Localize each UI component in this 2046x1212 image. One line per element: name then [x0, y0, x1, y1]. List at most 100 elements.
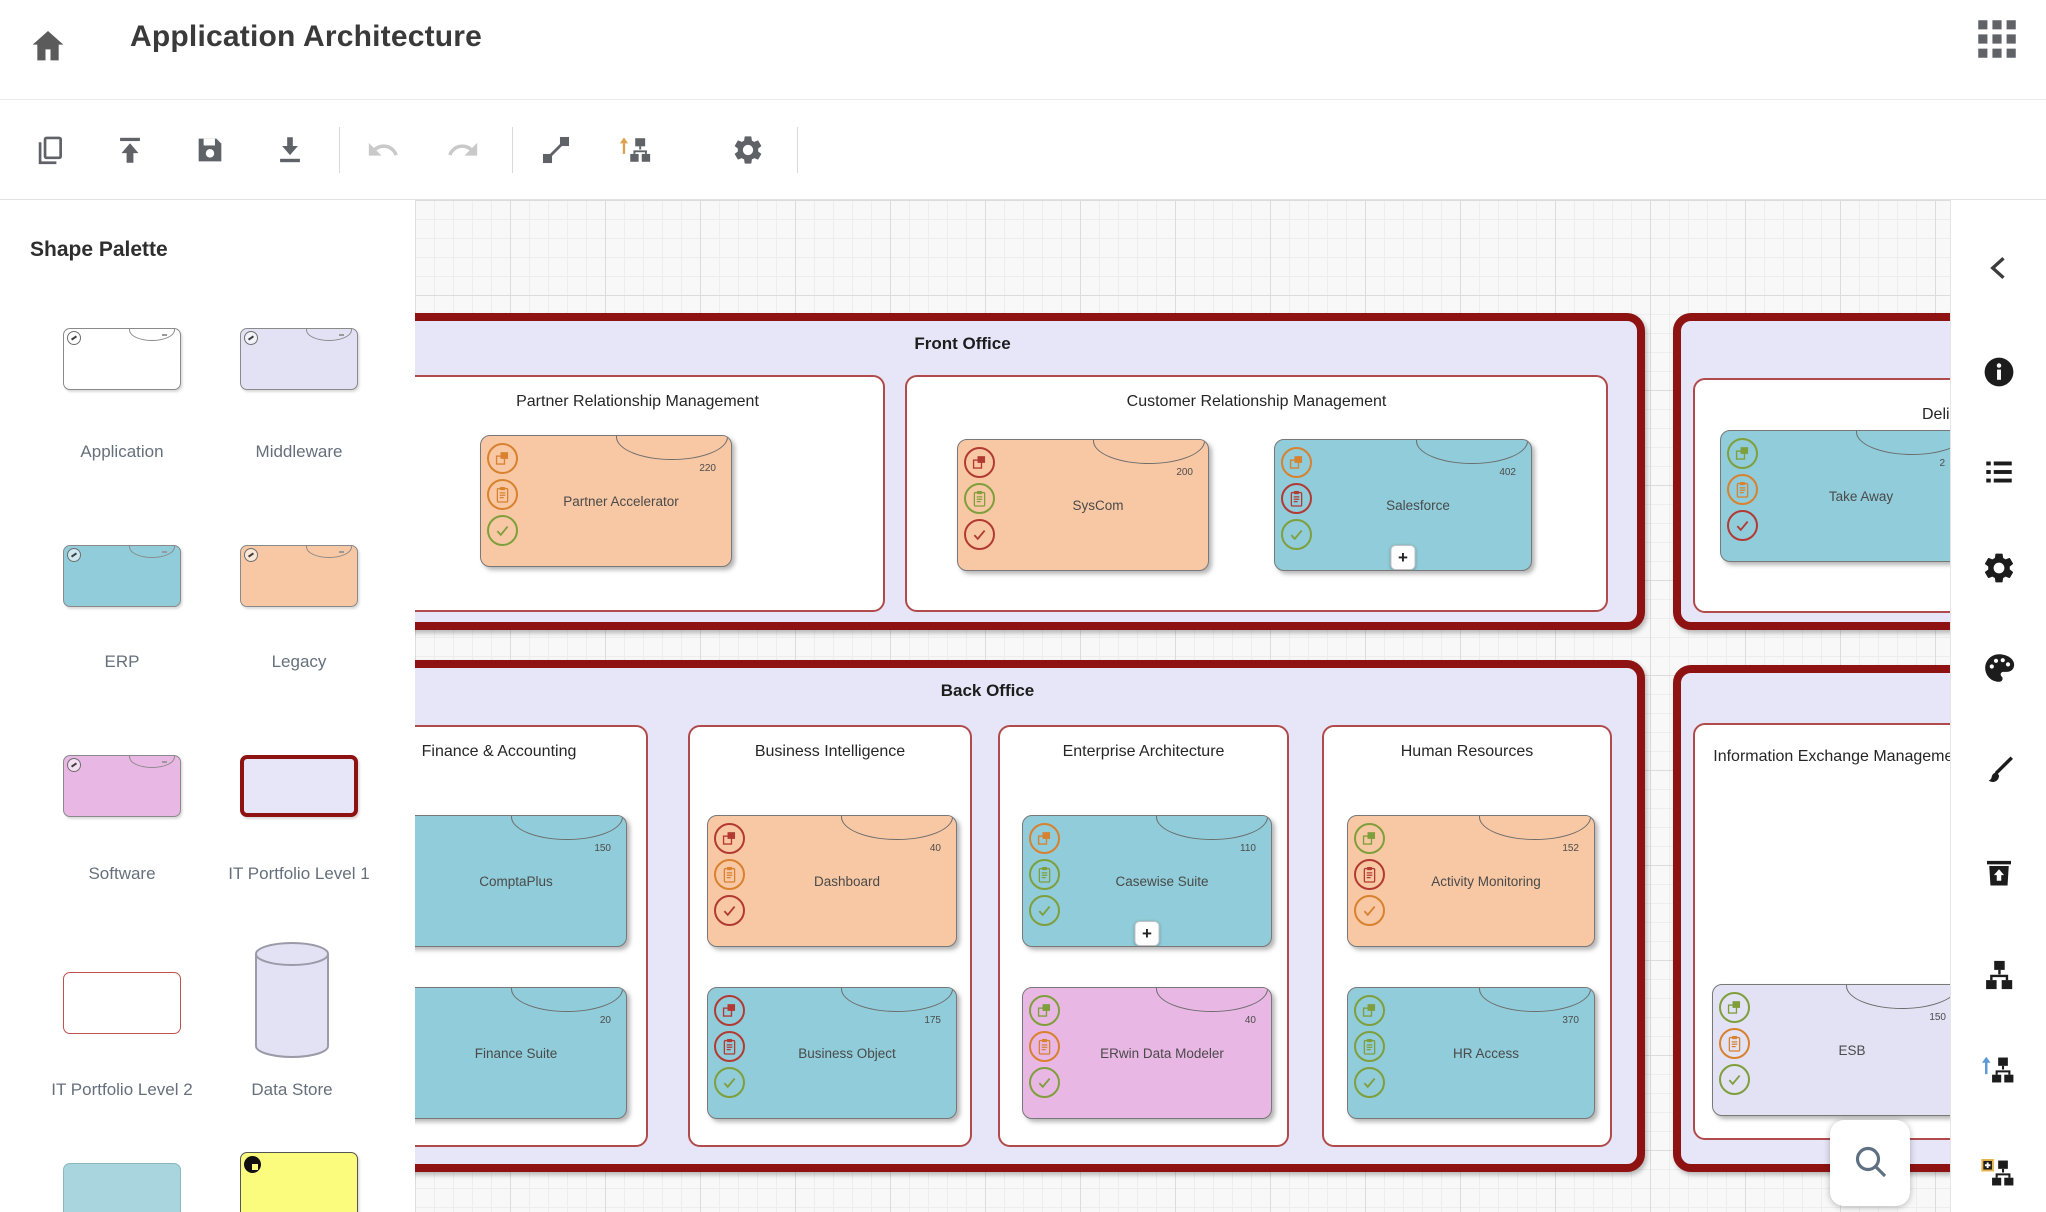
status-copy-icon	[964, 447, 995, 478]
group-prm[interactable]: Partner Relationship Management220Partne…	[415, 375, 885, 612]
container-delivery[interactable]: Deli2Take Away	[1673, 313, 1950, 630]
data-store-shape	[252, 940, 332, 1060]
toolbar-divider	[797, 127, 798, 173]
status-clipboard-icon	[487, 479, 518, 510]
app-shape-finance-suite[interactable]: 20Finance Suite	[415, 987, 627, 1119]
status-icon-column	[1029, 823, 1060, 926]
status-copy-icon	[1281, 447, 1312, 478]
app-shape-hr-access[interactable]: 370HR Access	[1347, 987, 1595, 1119]
palette-item-it-portfolio-level-1[interactable]	[240, 755, 358, 817]
status-copy-icon	[1029, 995, 1060, 1026]
download-button[interactable]	[273, 133, 307, 167]
palette-item-shape-8[interactable]	[63, 1163, 181, 1212]
hierarchy-upload-button[interactable]	[619, 133, 653, 167]
palette-item-label: Application	[34, 440, 210, 463]
top-header: Application Architecture	[0, 0, 2046, 100]
container-back-office[interactable]: Back Office Finance & Accounting150Compta…	[415, 660, 1645, 1172]
status-icon-column	[714, 823, 745, 926]
palette-item-data-store[interactable]	[252, 940, 332, 1060]
palette-item-software[interactable]	[63, 755, 181, 817]
copy-button[interactable]	[33, 133, 67, 167]
publish-button[interactable]	[113, 133, 147, 167]
brush-button[interactable]	[1981, 752, 2019, 790]
trash-restore-button[interactable]	[1981, 854, 2019, 892]
app-shape-dashboard[interactable]: 40Dashboard	[707, 815, 957, 947]
palette-item-erp[interactable]	[63, 545, 181, 607]
palette-item-label: Software	[34, 862, 210, 885]
hierarchy-add-icon	[1981, 1178, 2017, 1195]
app-shape-take-away[interactable]: 2Take Away	[1720, 430, 1950, 562]
group-fa[interactable]: Finance & Accounting150ComptaPlus20Finan…	[415, 725, 648, 1147]
group-ea[interactable]: Enterprise Architecture110Casewise Suite…	[998, 725, 1289, 1147]
diagram-canvas[interactable]: Front OfficePartner Relationship Managem…	[415, 200, 1950, 1212]
status-icon-column	[1281, 447, 1312, 550]
app-shape-esb[interactable]: 150ESB	[1712, 984, 1950, 1116]
status-clipboard-icon	[1354, 1031, 1385, 1062]
connector-button[interactable]	[539, 133, 573, 167]
shape-badge-tab	[129, 755, 175, 768]
palette-item-it-portfolio-level-2[interactable]	[63, 972, 181, 1034]
settings-button[interactable]	[731, 133, 765, 167]
group-crm[interactable]: Customer Relationship Management200SysCo…	[905, 375, 1608, 612]
shape-badge-tab	[129, 328, 175, 341]
save-button[interactable]	[193, 133, 227, 167]
palette-item-label: ERP	[34, 650, 210, 673]
list-button[interactable]	[1981, 454, 2019, 492]
container-iem[interactable]: Information Exchange Management150ESB	[1673, 665, 1950, 1172]
status-icon-column	[964, 447, 995, 550]
group-title: Human Resources	[1324, 743, 1610, 761]
apps-grid-button[interactable]	[1972, 14, 2028, 70]
app-shape-erwin-data-modeler[interactable]: 40ERwin Data Modeler	[1022, 987, 1272, 1119]
app-shape-casewise-suite[interactable]: 110Casewise Suite+	[1022, 815, 1272, 947]
hierarchy-upload-icon	[1981, 1075, 2017, 1092]
info-button[interactable]	[1981, 354, 2019, 392]
home-icon	[28, 53, 68, 70]
search-button[interactable]	[1830, 1120, 1910, 1206]
hierarchy-add-button[interactable]	[1981, 1155, 2019, 1193]
toolbar	[0, 100, 2046, 200]
palette-button[interactable]	[1981, 650, 2019, 688]
app-shape-comptaplus[interactable]: 150ComptaPlus	[415, 815, 627, 947]
container-front-office[interactable]: Front OfficePartner Relationship Managem…	[415, 313, 1645, 630]
hierarchy-button[interactable]	[1981, 957, 2019, 995]
home-button[interactable]	[28, 26, 72, 70]
undo-button[interactable]	[366, 133, 400, 167]
status-clipboard-icon	[964, 483, 995, 514]
status-check-icon	[487, 515, 518, 546]
list-icon	[1981, 477, 2017, 494]
shape-badge-tab	[306, 328, 352, 341]
redo-button[interactable]	[446, 133, 480, 167]
hierarchy-upload-button[interactable]	[1981, 1052, 2019, 1090]
app-shape-salesforce[interactable]: 402Salesforce+	[1274, 439, 1532, 571]
app-shape-partner-accelerator[interactable]: 220Partner Accelerator	[480, 435, 732, 567]
status-icon-column	[1354, 995, 1385, 1098]
settings-button[interactable]	[1981, 550, 2019, 588]
shape-badge-mark	[162, 551, 167, 553]
expand-plus-button[interactable]: +	[1135, 921, 1160, 946]
status-copy-icon	[714, 823, 745, 854]
palette-item-shape-9[interactable]	[240, 1152, 358, 1212]
status-icon-column	[1029, 995, 1060, 1098]
palette-item-middleware[interactable]	[240, 328, 358, 390]
expand-plus-button[interactable]: +	[1391, 545, 1416, 570]
palette-item-application[interactable]	[63, 328, 181, 390]
group-hr[interactable]: Human Resources 152Activity Monitoring 370…	[1322, 725, 1612, 1147]
group-title: Business Intelligence	[690, 743, 970, 761]
app-shape-label: Business Object	[744, 988, 950, 1118]
app-shape-business-object[interactable]: 175Business Object	[707, 987, 957, 1119]
status-check-icon	[1029, 1067, 1060, 1098]
status-copy-icon	[1354, 995, 1385, 1026]
palette-shape	[240, 545, 358, 607]
chevron-left-button[interactable]	[1981, 250, 2019, 288]
app-shape-activity-monitoring[interactable]: 152Activity Monitoring	[1347, 815, 1595, 947]
container-title-back-office: Back Office	[415, 681, 1637, 701]
group-bi[interactable]: Business Intelligence 40Dashboard 175Busin…	[688, 725, 972, 1147]
app-shape-syscom[interactable]: 200SysCom	[957, 439, 1209, 571]
group-delivery-inner[interactable]: Deli2Take Away	[1693, 378, 1950, 613]
undo-icon	[366, 154, 400, 171]
app-shape-label: ComptaPlus	[415, 816, 620, 946]
note-icon	[244, 1156, 261, 1173]
palette-item-legacy[interactable]	[240, 545, 358, 607]
status-icon-column	[487, 443, 518, 546]
group-iem-inner[interactable]: Information Exchange Management150ESB	[1693, 723, 1950, 1140]
